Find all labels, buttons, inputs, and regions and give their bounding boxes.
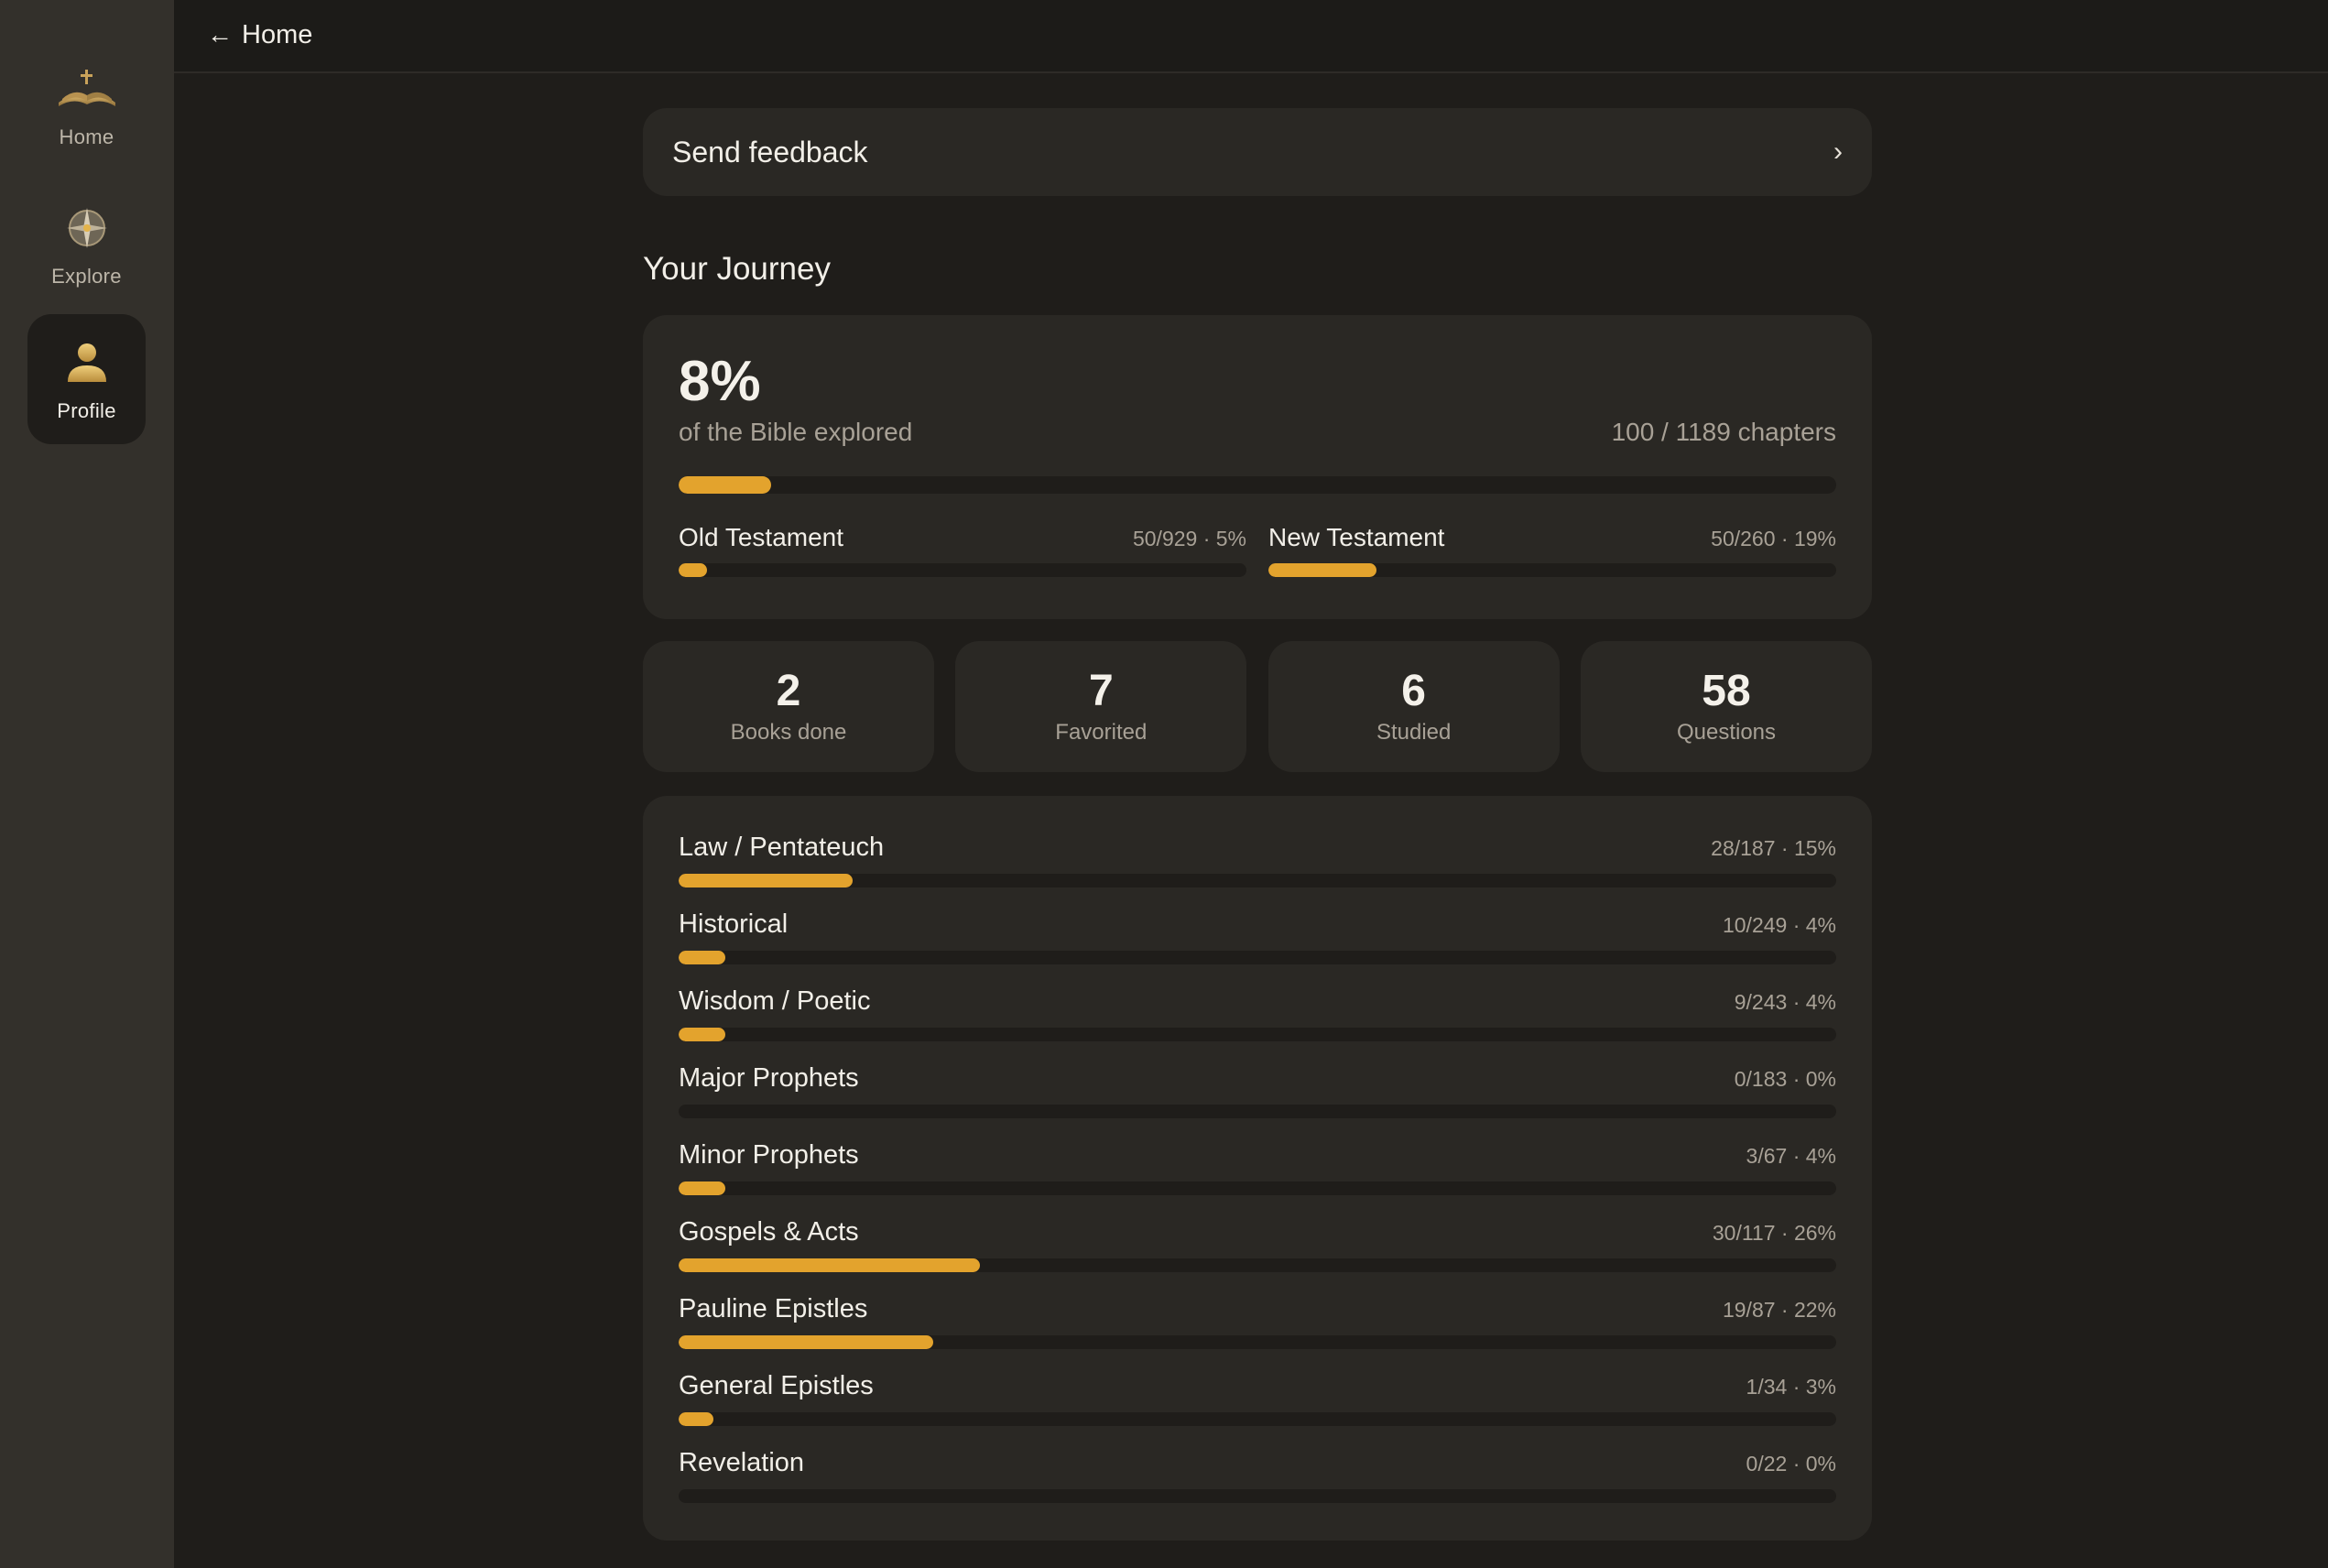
category-name: General Epistles <box>679 1371 874 1400</box>
stat-label: Favorited <box>1055 719 1148 745</box>
category-name: Gospels & Acts <box>679 1217 859 1247</box>
stat-value: 2 <box>776 666 801 715</box>
category-progress-fill <box>679 1258 980 1272</box>
category-name: Major Prophets <box>679 1063 859 1093</box>
category-progress-fill <box>679 874 853 887</box>
testament-value: 50/929 · 5% <box>1132 527 1246 550</box>
testament-value: 50/260 · 19% <box>1711 527 1836 550</box>
overall-percent: 8% <box>679 350 761 413</box>
category-name: Law / Pentateuch <box>679 833 885 862</box>
profile-content: Send feedback › Your Journey 8% of the B… <box>643 108 1872 1541</box>
category-progress-fill <box>679 1028 725 1041</box>
category-progress-bar <box>679 1105 1836 1118</box>
top-bar: ← Home <box>174 0 2328 73</box>
send-feedback-label: Send feedback <box>672 135 868 169</box>
category-row: Gospels & Acts 30/117 · 26% <box>679 1217 1836 1294</box>
category-progress-bar <box>679 1335 1836 1349</box>
chapters-count: 100 / 1189 chapters <box>1611 418 1836 446</box>
category-row: Pauline Epistles 19/87 · 22% <box>679 1294 1836 1371</box>
category-row: General Epistles 1/34 · 3% <box>679 1371 1836 1448</box>
category-name: Historical <box>679 909 789 939</box>
category-value: 0/183 · 0% <box>1734 1067 1836 1091</box>
stat-favorited: 7 Favorited <box>955 641 1247 772</box>
send-feedback-button[interactable]: Send feedback › <box>643 108 1872 196</box>
overall-progress-bar <box>679 476 1836 494</box>
nav-item-home[interactable]: Home <box>27 40 146 170</box>
category-name: Wisdom / Poetic <box>679 986 871 1016</box>
nav-label-profile: Profile <box>57 399 116 422</box>
back-home-button[interactable]: ← Home <box>207 16 312 53</box>
category-name: Revelation <box>679 1448 805 1477</box>
category-progress-bar <box>679 1489 1836 1503</box>
stat-value: 6 <box>1401 666 1426 715</box>
testament-new: New Testament 50/260 · 19% <box>1268 523 1836 577</box>
category-value: 9/243 · 4% <box>1734 990 1836 1014</box>
testament-progress-bar <box>679 563 1246 577</box>
nav-label-explore: Explore <box>51 265 122 288</box>
stat-label: Questions <box>1676 719 1777 745</box>
category-value: 10/249 · 4% <box>1722 913 1836 937</box>
nav-item-explore[interactable]: Explore <box>27 180 146 310</box>
sidebar: Home Explore Profile <box>0 0 174 1568</box>
nav-item-profile[interactable]: Profile <box>27 314 146 444</box>
testament-progress-fill <box>1268 563 1376 577</box>
stat-books-done: 2 Books done <box>643 641 934 772</box>
category-progress-card: Law / Pentateuch 28/187 · 15% Historical 10… <box>643 796 1872 1541</box>
journey-card: 8% of the Bible explored 100 / 1189 chap… <box>643 315 1872 619</box>
stat-label: Studied <box>1376 719 1452 745</box>
stat-questions: 58 Questions <box>1580 641 1872 772</box>
category-name: Minor Prophets <box>679 1140 859 1170</box>
category-value: 1/34 · 3% <box>1746 1375 1836 1399</box>
category-name: Pauline Epistles <box>679 1294 868 1323</box>
section-title: Your Journey <box>643 251 831 287</box>
category-progress-bar <box>679 951 1836 964</box>
category-row: Law / Pentateuch 28/187 · 15% <box>679 833 1836 909</box>
category-progress-fill <box>679 1181 725 1195</box>
testament-old: Old Testament 50/929 · 5% <box>679 523 1246 577</box>
category-progress-bar <box>679 1258 1836 1272</box>
back-label: Home <box>242 19 313 49</box>
arrow-left-icon: ← <box>207 20 233 49</box>
stat-studied: 6 Studied <box>1267 641 1560 772</box>
category-progress-bar <box>679 874 1836 887</box>
testament-progress-fill <box>679 563 707 577</box>
stat-label: Books done <box>730 719 847 745</box>
category-value: 30/117 · 26% <box>1712 1221 1836 1245</box>
testament-progress-bar <box>1268 563 1836 577</box>
overall-progress-fill <box>679 476 772 494</box>
category-progress-bar <box>679 1181 1836 1195</box>
category-progress-bar <box>679 1412 1836 1426</box>
stat-value: 58 <box>1702 666 1751 715</box>
category-row: Revelation 0/22 · 0% <box>679 1448 1836 1525</box>
category-value: 28/187 · 15% <box>1711 836 1836 860</box>
stat-value: 7 <box>1088 666 1114 715</box>
overall-caption: of the Bible explored <box>679 418 913 446</box>
category-value: 19/87 · 22% <box>1722 1298 1836 1322</box>
person-icon <box>55 335 119 390</box>
category-row: Historical 10/249 · 4% <box>679 909 1836 986</box>
category-value: 3/67 · 4% <box>1746 1144 1836 1168</box>
category-row: Major Prophets 0/183 · 0% <box>679 1063 1836 1140</box>
testament-name: Old Testament <box>679 523 844 551</box>
stats-row: 2 Books done 7 Favorited 6 Studied 58 Qu… <box>643 641 1872 772</box>
nav-label-home: Home <box>59 125 114 148</box>
category-progress-fill <box>679 1412 713 1426</box>
category-progress-fill <box>679 951 725 964</box>
chevron-right-icon: › <box>1833 136 1843 167</box>
category-value: 0/22 · 0% <box>1746 1452 1836 1475</box>
category-row: Wisdom / Poetic 9/243 · 4% <box>679 986 1836 1063</box>
category-progress-fill <box>679 1335 934 1349</box>
testament-name: New Testament <box>1268 523 1445 551</box>
bible-icon <box>55 61 119 116</box>
compass-icon <box>55 201 119 256</box>
category-row: Minor Prophets 3/67 · 4% <box>679 1140 1836 1217</box>
category-progress-bar <box>679 1028 1836 1041</box>
